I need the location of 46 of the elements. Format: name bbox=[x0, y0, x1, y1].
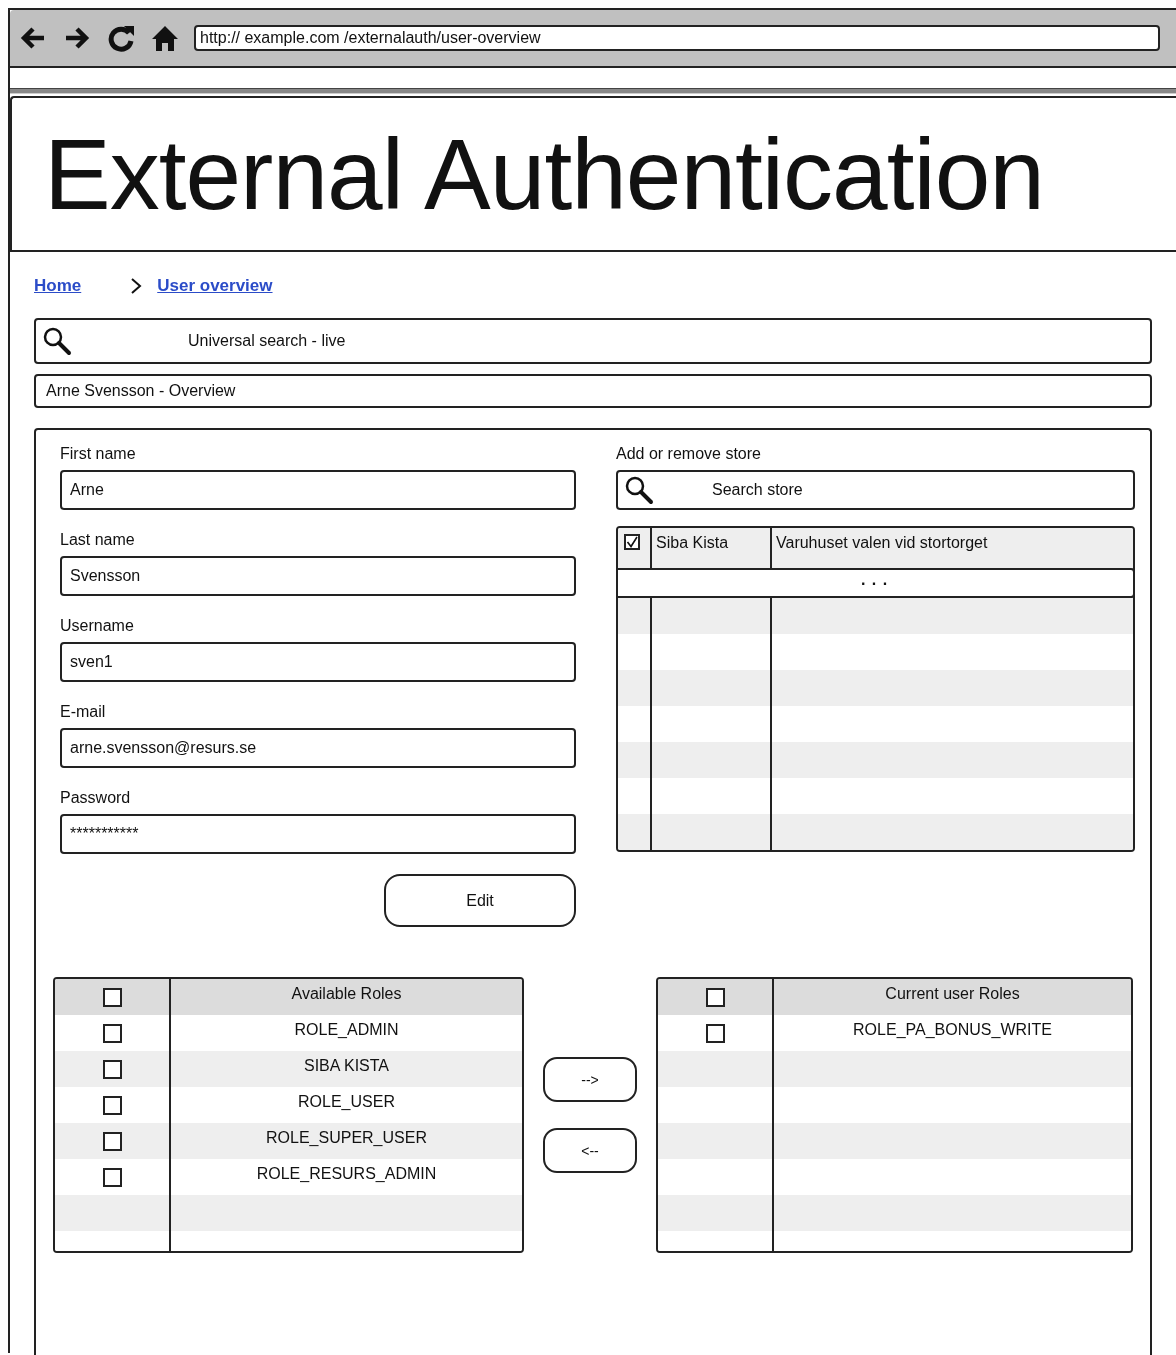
ellipsis: . . . bbox=[860, 572, 889, 590]
field-label: E-mail bbox=[60, 702, 107, 722]
table-cell-text: Varuhuset valen vid stortorget bbox=[775, 533, 989, 553]
page-title: External Authentication bbox=[44, 124, 1044, 224]
input-field[interactable]: arne.svensson@resurs.se bbox=[60, 728, 576, 768]
breadcrumb-link[interactable]: Home bbox=[34, 276, 82, 296]
input-field[interactable]: sven1 bbox=[60, 642, 576, 682]
checkbox[interactable] bbox=[705, 987, 725, 1007]
checkbox[interactable] bbox=[102, 1095, 122, 1115]
checkbox[interactable] bbox=[624, 534, 640, 550]
field-label: Password bbox=[60, 788, 132, 808]
section-title: Arne Svensson - Overview bbox=[34, 374, 1152, 408]
more-rows-bar[interactable]: . . . bbox=[618, 568, 1133, 598]
table-cell-text: ROLE_ADMIN bbox=[293, 1020, 400, 1040]
field-label: Username bbox=[60, 616, 135, 636]
checkbox[interactable] bbox=[102, 1059, 122, 1079]
search-field[interactable]: Search store bbox=[616, 470, 1135, 510]
table-cell-text: ROLE_SUPER_USER bbox=[265, 1128, 428, 1148]
field-label: Add or remove store bbox=[616, 444, 762, 464]
chevron-icon bbox=[129, 278, 144, 294]
checkbox[interactable] bbox=[102, 1167, 122, 1187]
table-cell-text: ROLE_PA_BONUS_WRITE bbox=[852, 1020, 1053, 1040]
column-header: Current user Roles bbox=[884, 984, 1021, 1004]
table-cell-text: ROLE_USER bbox=[297, 1092, 396, 1112]
input-field[interactable]: Arne bbox=[60, 470, 576, 510]
move-button[interactable]: <-- bbox=[543, 1128, 637, 1173]
table-cell-text: ROLE_RESURS_ADMIN bbox=[255, 1164, 438, 1184]
column-header: Available Roles bbox=[290, 984, 403, 1004]
search-icon bbox=[42, 326, 72, 356]
input-field[interactable]: *********** bbox=[60, 814, 576, 854]
checkbox[interactable] bbox=[705, 1023, 725, 1043]
input-field[interactable]: Svensson bbox=[60, 556, 576, 596]
search-field[interactable]: Universal search - live bbox=[34, 318, 1152, 364]
field-label: First name bbox=[60, 444, 137, 464]
move-button[interactable]: --> bbox=[543, 1057, 637, 1102]
reload-icon[interactable] bbox=[106, 23, 136, 53]
field-label: Last name bbox=[60, 530, 136, 550]
breadcrumb-link[interactable]: User overview bbox=[157, 276, 273, 296]
edit-button[interactable]: Edit bbox=[384, 874, 576, 927]
checkbox[interactable] bbox=[102, 987, 122, 1007]
checkbox[interactable] bbox=[102, 1131, 122, 1151]
home-icon[interactable] bbox=[150, 23, 180, 53]
table-cell-text: SIBA KISTA bbox=[302, 1056, 391, 1076]
checkbox[interactable] bbox=[102, 1023, 122, 1043]
address-bar[interactable]: http:// example.com /externalauth/user-overview bbox=[194, 25, 1160, 51]
search-icon bbox=[624, 475, 654, 505]
